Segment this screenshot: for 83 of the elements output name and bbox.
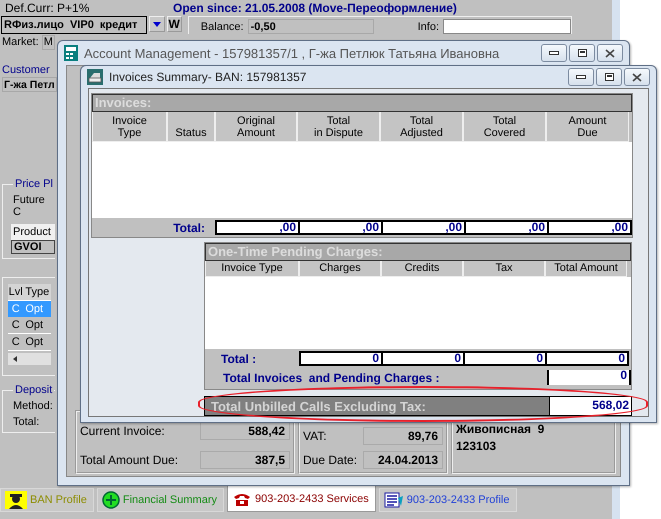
person-icon [5, 491, 27, 509]
plus-circle-icon [102, 491, 120, 509]
total-field: ,00 [547, 220, 632, 235]
column-header: Charges [299, 261, 381, 277]
grand-total-label: Total Invoices and Pending Charges : [222, 370, 440, 384]
market-label: Market: [2, 36, 39, 48]
column-header: Invoice Type [205, 261, 299, 277]
address-line: Живописная 9 [456, 422, 546, 436]
market-field[interactable]: M [42, 34, 55, 50]
column-header: Total Amount [545, 261, 627, 277]
minimize-button[interactable] [568, 68, 594, 86]
column-header: Lvl [8, 286, 24, 298]
printer-icon [87, 69, 103, 85]
value-field: 89,76 [363, 427, 443, 445]
column-header: Type [24, 286, 50, 298]
total-field: 0 [545, 351, 629, 366]
unbilled-label: Total Unbilled Calls Excluding Tax: [210, 398, 427, 414]
value-field: 387,5 [200, 451, 290, 469]
scrollbar[interactable] [8, 353, 51, 365]
field-label: Total Amount Due: [80, 453, 178, 467]
total-field: 0 [381, 351, 465, 366]
maximize-icon [578, 49, 586, 57]
future-label: Future C [13, 194, 46, 218]
window-title: Account Management - 157981357/1 , Г-жа Петлюк Татьяна Ивановна [84, 46, 500, 60]
total-field: ,00 [464, 220, 549, 235]
total-label: Total: [13, 416, 40, 428]
table-cell: GVOI [11, 240, 55, 254]
info-label: Info: [418, 20, 440, 32]
total-field: 0 [547, 370, 631, 385]
total-label: Total : [220, 352, 258, 366]
maximize-icon [604, 73, 614, 81]
price-plan-label: Price Pl [13, 178, 55, 190]
tab[interactable]: 903-203-2433 Services [227, 485, 376, 512]
method-label: Method: [13, 400, 54, 412]
field-label: VAT: [303, 429, 327, 443]
minimize-button[interactable] [541, 44, 567, 62]
field-label: Due Date: [303, 453, 358, 467]
close-icon [632, 72, 642, 82]
balance-field: -0,50 [248, 19, 374, 34]
dropdown-button[interactable] [149, 16, 165, 32]
column-header: Original Amount [215, 112, 297, 142]
w-button[interactable]: W [166, 16, 182, 32]
calculator-icon [64, 45, 78, 61]
customer-label: Customer [2, 64, 51, 76]
window-title: Invoices Summary- BAN: 157981357 [109, 70, 308, 84]
column-header: Total Adjusted [380, 112, 463, 142]
customer-field[interactable]: Г-жа Петл [2, 77, 57, 92]
currency-label: Def.Curr: P+1% [5, 1, 90, 15]
field-label: Current Invoice: [80, 424, 165, 438]
minimize-icon [549, 51, 559, 55]
close-icon [605, 48, 615, 58]
total-field: ,00 [381, 220, 466, 235]
account-type-dropdown[interactable]: RФиз.лицо VIP0 кредит [1, 16, 148, 34]
column-header: Amount Due [546, 112, 629, 142]
total-field: ,00 [298, 220, 383, 235]
column-header: Total Covered [463, 112, 546, 142]
caret-icon [152, 22, 161, 26]
total-label: Total: [172, 220, 206, 234]
minimize-icon [576, 75, 586, 79]
balance-label: Balance: [200, 20, 244, 32]
deposit-label: Deposit [13, 384, 54, 396]
total-field: 0 [463, 351, 547, 366]
column-header: Tax [463, 261, 545, 277]
table-row[interactable]: C Opt [8, 334, 51, 351]
unbilled-value: 568,02 [549, 397, 631, 415]
tab[interactable]: 903-203-2433 Profile [378, 488, 516, 512]
column-header: Total in Dispute [297, 112, 380, 142]
column-header: Status [167, 112, 215, 142]
address-line: 123103 [456, 439, 498, 453]
info-field[interactable] [443, 19, 572, 34]
total-field: 0 [299, 351, 383, 366]
column-header: Credits [381, 261, 463, 277]
maximize-button[interactable] [596, 68, 622, 86]
close-button[interactable] [624, 68, 650, 86]
close-button[interactable] [597, 44, 623, 62]
value-field: 24.04.2013 [363, 451, 443, 469]
total-field: ,00 [215, 220, 300, 235]
table-row[interactable]: C Opt [8, 317, 51, 334]
document-icon [384, 492, 404, 508]
maximize-button[interactable] [569, 44, 595, 62]
open-since-label: Open since: 21.05.2008 (Move-Переоформление) [173, 1, 457, 15]
column-header: Invoice Type [92, 112, 167, 142]
column-header: Product [11, 224, 55, 240]
